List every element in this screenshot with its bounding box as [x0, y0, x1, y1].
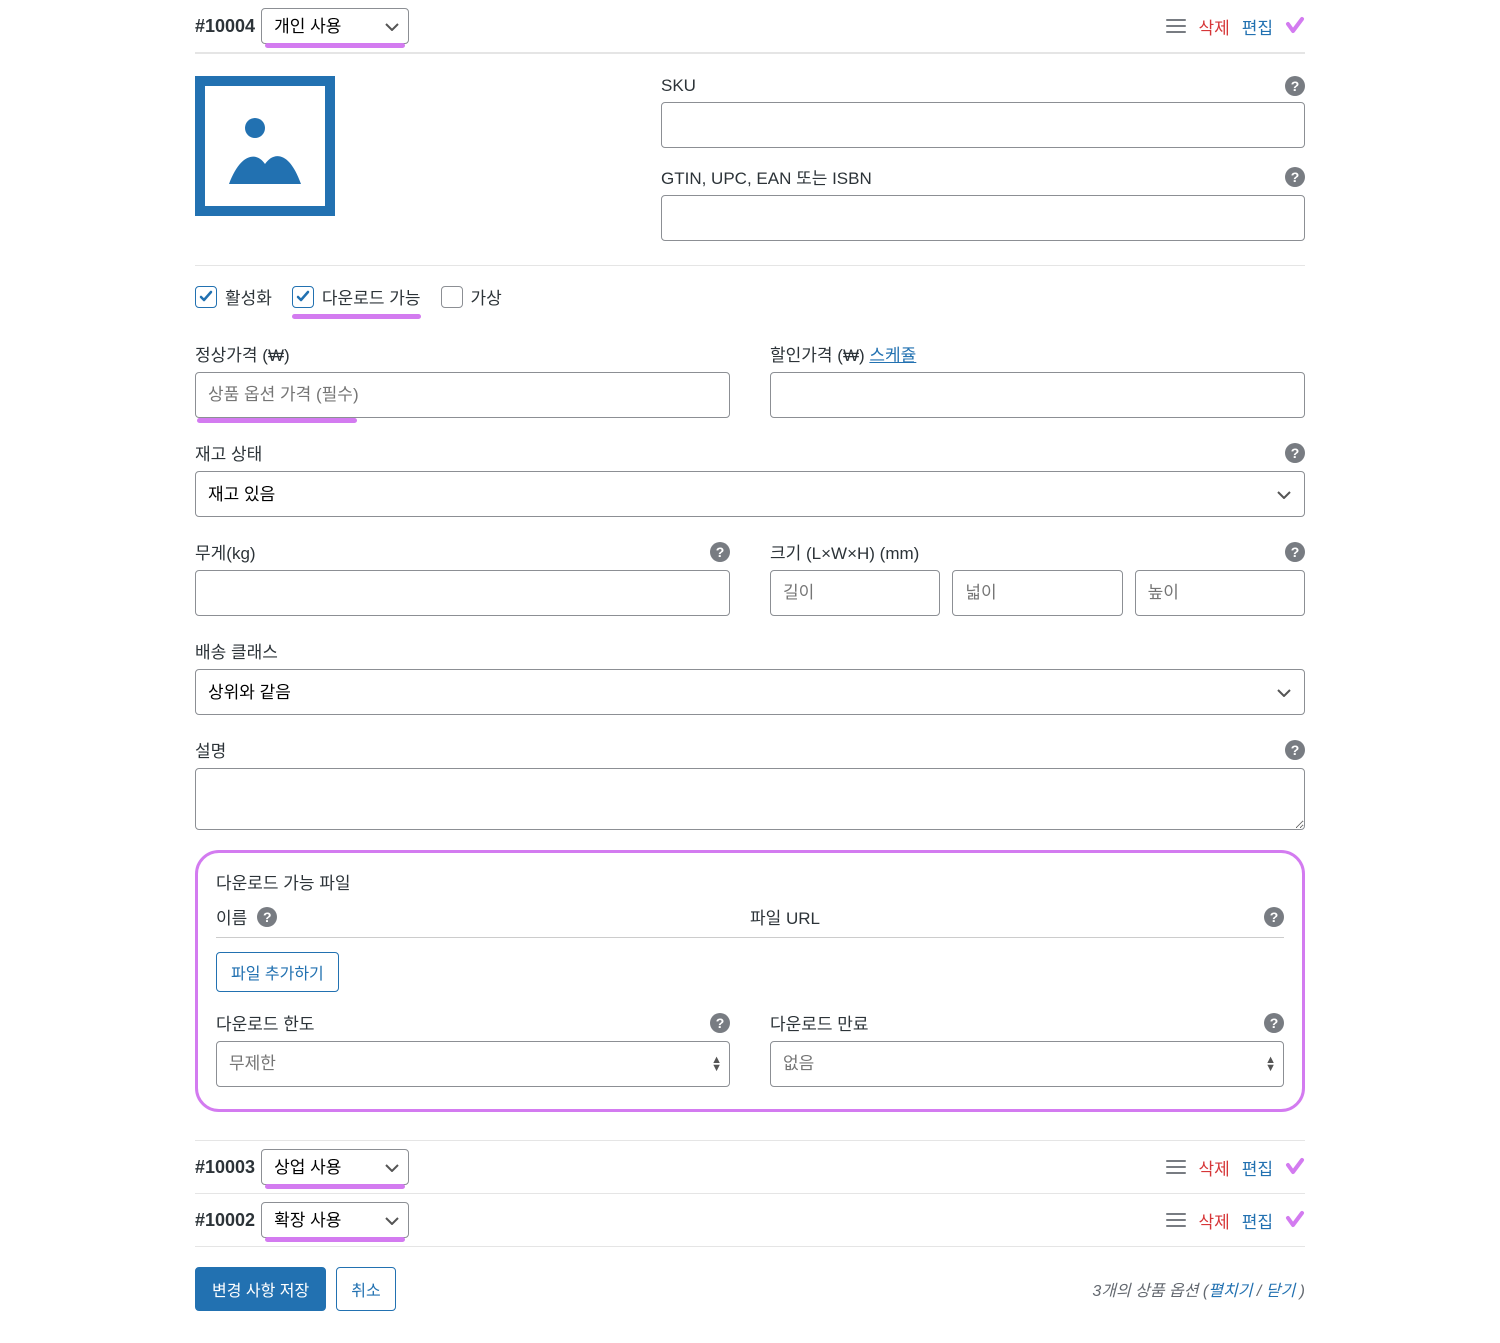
gtin-field: GTIN, UPC, EAN 또는 ISBN ?	[661, 164, 1305, 241]
add-file-button[interactable]: 파일 추가하기	[216, 952, 339, 992]
regular-price-input[interactable]	[195, 372, 730, 418]
number-stepper-icon[interactable]: ▲▼	[711, 1056, 722, 1072]
stock-status-select[interactable]: 재고 있음	[195, 471, 1305, 517]
stock-status-field: 재고 상태 ? 재고 있음	[195, 440, 1305, 517]
regular-price-field: 정상가격 (₩)	[195, 341, 730, 418]
virtual-label: 가상	[471, 284, 502, 309]
active-checkbox[interactable]: 활성화	[195, 284, 272, 309]
file-name-column-label: 이름	[216, 904, 247, 929]
annotation-underline	[292, 314, 421, 319]
variation-id: #10003	[195, 1157, 255, 1178]
downloadable-files-title: 다운로드 가능 파일	[216, 869, 1284, 894]
gtin-label: GTIN, UPC, EAN 또는 ISBN	[661, 164, 872, 189]
number-stepper-icon[interactable]: ▲▼	[1265, 1056, 1276, 1072]
variation-attribute-select[interactable]: 상업 사용	[261, 1149, 409, 1185]
dimensions-label: 크기 (L×W×H) (mm)	[770, 539, 919, 564]
description-field: 설명 ?	[195, 737, 1305, 830]
shipping-class-select[interactable]: 상위와 같음	[195, 669, 1305, 715]
edit-link[interactable]: 편집	[1242, 1208, 1273, 1233]
shipping-class-field: 배송 클래스 상위와 같음	[195, 638, 1305, 715]
schedule-link[interactable]: 스케쥴	[869, 346, 916, 365]
weight-field: 무게(kg) ?	[195, 539, 730, 616]
annotation-underline	[197, 418, 357, 423]
delete-link[interactable]: 삭제	[1198, 14, 1229, 39]
weight-label: 무게(kg)	[195, 539, 256, 564]
help-icon[interactable]: ?	[1264, 1013, 1284, 1033]
help-icon[interactable]: ?	[257, 907, 277, 927]
downloadable-files-section: 다운로드 가능 파일 이름 ? 파일 URL ? 파일 추가하기 다운로드 한도…	[195, 850, 1305, 1112]
collapse-all-link[interactable]: 닫기	[1266, 1283, 1295, 1300]
variation-id: #10004	[195, 16, 255, 37]
downloadable-label: 다운로드 가능	[322, 284, 421, 309]
sale-price-input[interactable]	[770, 372, 1305, 418]
variation-panel: SKU ? GTIN, UPC, EAN 또는 ISBN ?	[195, 53, 1305, 1130]
cancel-button[interactable]: 취소	[336, 1267, 395, 1311]
drag-handle-icon[interactable]	[1166, 1213, 1186, 1227]
dimensions-field: 크기 (L×W×H) (mm) ?	[770, 539, 1305, 616]
download-limit-label: 다운로드 한도	[216, 1010, 315, 1035]
help-icon[interactable]: ?	[1285, 740, 1305, 760]
help-icon[interactable]: ?	[1285, 167, 1305, 187]
regular-price-label: 정상가격 (₩)	[195, 341, 290, 366]
gtin-input[interactable]	[661, 195, 1305, 241]
help-icon[interactable]: ?	[1264, 907, 1284, 927]
downloadable-checkbox[interactable]: 다운로드 가능	[292, 284, 421, 309]
variation-image-placeholder[interactable]	[195, 76, 335, 216]
expand-all-link[interactable]: 펼치기	[1208, 1283, 1252, 1300]
help-icon[interactable]: ?	[1285, 76, 1305, 96]
download-limit-field: 다운로드 한도 ? ▲▼	[216, 1010, 730, 1087]
annotation-underline	[265, 1184, 405, 1189]
variation-attribute-select[interactable]: 개인 사용	[261, 8, 409, 44]
annotation-checkmark-icon	[1285, 1210, 1305, 1230]
description-textarea[interactable]	[195, 768, 1305, 830]
variation-count-text: 3개의 상품 옵션 (펼치기 / 닫기 )	[1092, 1277, 1305, 1301]
annotation-underline	[265, 43, 405, 48]
download-limit-input[interactable]	[216, 1041, 730, 1087]
save-button[interactable]: 변경 사항 저장	[195, 1267, 326, 1311]
download-expiry-field: 다운로드 만료 ? ▲▼	[770, 1010, 1284, 1087]
edit-link[interactable]: 편집	[1242, 14, 1273, 39]
variation-header-10003: #10003 상업 사용 삭제 편집	[195, 1140, 1305, 1194]
drag-handle-icon[interactable]	[1166, 1160, 1186, 1174]
active-label: 활성화	[225, 284, 272, 309]
file-url-column-label: 파일 URL	[750, 904, 820, 929]
variation-header-10004: #10004 개인 사용 삭제 편집	[195, 0, 1305, 53]
download-expiry-label: 다운로드 만료	[770, 1010, 869, 1035]
sku-input[interactable]	[661, 102, 1305, 148]
weight-input[interactable]	[195, 570, 730, 616]
drag-handle-icon[interactable]	[1166, 19, 1186, 33]
download-expiry-input[interactable]	[770, 1041, 1284, 1087]
shipping-class-label: 배송 클래스	[195, 638, 278, 663]
delete-link[interactable]: 삭제	[1198, 1208, 1229, 1233]
sale-price-label: 할인가격 (₩)	[770, 341, 865, 366]
sale-price-field: 할인가격 (₩) 스케쥴	[770, 341, 1305, 418]
footer-bar: 변경 사항 저장 취소 3개의 상품 옵션 (펼치기 / 닫기 )	[195, 1267, 1305, 1311]
help-icon[interactable]: ?	[1285, 542, 1305, 562]
delete-link[interactable]: 삭제	[1198, 1155, 1229, 1180]
virtual-checkbox[interactable]: 가상	[441, 284, 502, 309]
sku-label: SKU	[661, 76, 696, 96]
edit-link[interactable]: 편집	[1242, 1155, 1273, 1180]
variation-header-10002: #10002 확장 사용 삭제 편집	[195, 1194, 1305, 1247]
width-input[interactable]	[952, 570, 1122, 616]
description-label: 설명	[195, 737, 226, 762]
help-icon[interactable]: ?	[710, 1013, 730, 1033]
height-input[interactable]	[1135, 570, 1305, 616]
image-placeholder-icon	[221, 102, 309, 190]
help-icon[interactable]: ?	[1285, 443, 1305, 463]
annotation-underline	[265, 1237, 405, 1242]
help-icon[interactable]: ?	[710, 542, 730, 562]
variation-attribute-select[interactable]: 확장 사용	[261, 1202, 409, 1238]
stock-status-label: 재고 상태	[195, 440, 262, 465]
checkbox-row: 활성화 다운로드 가능 가상	[195, 265, 1305, 319]
annotation-checkmark-icon	[1285, 1157, 1305, 1177]
sku-field: SKU ?	[661, 76, 1305, 148]
length-input[interactable]	[770, 570, 940, 616]
annotation-checkmark-icon	[1285, 16, 1305, 36]
variation-id: #10002	[195, 1210, 255, 1231]
